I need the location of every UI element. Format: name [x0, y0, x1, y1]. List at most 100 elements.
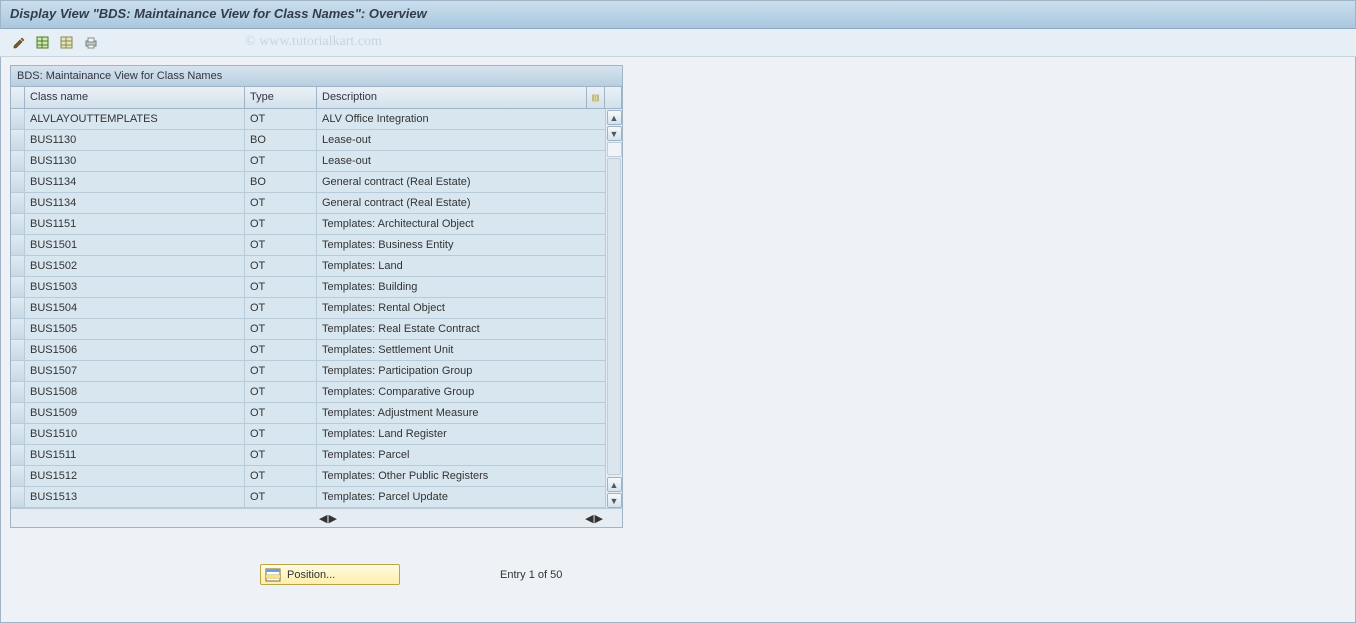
row-selector[interactable] — [11, 109, 25, 129]
scroll-left-arrow-end[interactable]: ◀ — [585, 512, 593, 525]
table-select-icon[interactable] — [34, 34, 52, 52]
table: Class name Type Description ALVLAYOUTTEM — [11, 87, 622, 527]
row-selector[interactable] — [11, 319, 25, 339]
scroll-right-arrow[interactable]: ▶ — [328, 512, 336, 525]
cell-description: Templates: Comparative Group — [317, 382, 605, 402]
row-selector[interactable] — [11, 403, 25, 423]
row-selector[interactable] — [11, 130, 25, 150]
footer-bar: Position... Entry 1 of 50 — [10, 564, 1346, 585]
table-deselect-icon[interactable] — [58, 34, 76, 52]
table-row[interactable]: BUS1511OTTemplates: Parcel — [11, 445, 605, 466]
cell-type: OT — [245, 277, 317, 297]
cell-classname: BUS1502 — [25, 256, 245, 276]
scroll-up-arrow[interactable]: ▲ — [607, 110, 622, 125]
column-header-type[interactable]: Type — [245, 87, 317, 108]
cell-classname: BUS1130 — [25, 130, 245, 150]
row-selector[interactable] — [11, 235, 25, 255]
table-row[interactable]: BUS1504OTTemplates: Rental Object — [11, 298, 605, 319]
column-header-classname[interactable]: Class name — [25, 87, 245, 108]
toolbar: © www.tutorialkart.com — [0, 29, 1356, 57]
cell-type: OT — [245, 298, 317, 318]
table-row[interactable]: BUS1134OTGeneral contract (Real Estate) — [11, 193, 605, 214]
cell-type: OT — [245, 151, 317, 171]
column-header-description[interactable]: Description — [317, 87, 587, 108]
cell-description: Templates: Parcel — [317, 445, 605, 465]
cell-type: OT — [245, 256, 317, 276]
table-row[interactable]: BUS1506OTTemplates: Settlement Unit — [11, 340, 605, 361]
cell-classname: BUS1504 — [25, 298, 245, 318]
cell-classname: BUS1512 — [25, 466, 245, 486]
cell-description: General contract (Real Estate) — [317, 172, 605, 192]
row-selector[interactable] — [11, 256, 25, 276]
horizontal-scrollbar[interactable]: ◀ ▶ ◀ ▶ — [11, 508, 622, 527]
scroll-down-arrow-bottom[interactable]: ▼ — [607, 493, 622, 508]
cell-type: BO — [245, 172, 317, 192]
print-icon[interactable] — [82, 34, 100, 52]
row-selector[interactable] — [11, 445, 25, 465]
configure-columns-button[interactable] — [587, 87, 605, 108]
table-row[interactable]: BUS1505OTTemplates: Real Estate Contract — [11, 319, 605, 340]
cell-classname: BUS1511 — [25, 445, 245, 465]
cell-type: OT — [245, 340, 317, 360]
row-selector[interactable] — [11, 277, 25, 297]
row-selector[interactable] — [11, 424, 25, 444]
vertical-scrollbar[interactable]: ▲ ▼ ▲ ▼ — [605, 109, 622, 508]
table-row[interactable]: BUS1134BOGeneral contract (Real Estate) — [11, 172, 605, 193]
cell-type: OT — [245, 445, 317, 465]
scroll-right-arrow-end[interactable]: ▶ — [595, 512, 603, 525]
cell-description: Templates: Rental Object — [317, 298, 605, 318]
row-selector[interactable] — [11, 151, 25, 171]
row-selector[interactable] — [11, 193, 25, 213]
table-row[interactable]: BUS1513OTTemplates: Parcel Update — [11, 487, 605, 508]
table-row[interactable]: BUS1508OTTemplates: Comparative Group — [11, 382, 605, 403]
scroll-up-arrow-bottom[interactable]: ▲ — [607, 477, 622, 492]
entry-counter: Entry 1 of 50 — [500, 569, 562, 581]
cell-type: OT — [245, 466, 317, 486]
scroll-down-arrow[interactable]: ▼ — [607, 126, 622, 141]
cell-description: Templates: Real Estate Contract — [317, 319, 605, 339]
cell-type: OT — [245, 382, 317, 402]
row-selector[interactable] — [11, 361, 25, 381]
panel-header: BDS: Maintainance View for Class Names — [11, 66, 622, 87]
row-selector[interactable] — [11, 487, 25, 507]
cell-description: General contract (Real Estate) — [317, 193, 605, 213]
cell-description: Lease-out — [317, 151, 605, 171]
table-row[interactable]: BUS1501OTTemplates: Business Entity — [11, 235, 605, 256]
cell-description: ALV Office Integration — [317, 109, 605, 129]
table-row[interactable]: BUS1509OTTemplates: Adjustment Measure — [11, 403, 605, 424]
cell-classname: BUS1509 — [25, 403, 245, 423]
cell-description: Lease-out — [317, 130, 605, 150]
table-row[interactable]: ALVLAYOUTTEMPLATESOTALV Office Integrati… — [11, 109, 605, 130]
toggle-edit-icon[interactable] — [10, 34, 28, 52]
cell-type: OT — [245, 235, 317, 255]
table-row[interactable]: BUS1130BOLease-out — [11, 130, 605, 151]
cell-classname: BUS1134 — [25, 193, 245, 213]
position-button[interactable]: Position... — [260, 564, 400, 585]
table-row[interactable]: BUS1512OTTemplates: Other Public Registe… — [11, 466, 605, 487]
scroll-track[interactable] — [607, 158, 621, 475]
row-selector[interactable] — [11, 340, 25, 360]
table-row[interactable]: BUS1130OTLease-out — [11, 151, 605, 172]
table-row[interactable]: BUS1502OTTemplates: Land — [11, 256, 605, 277]
row-selector[interactable] — [11, 466, 25, 486]
cell-type: BO — [245, 130, 317, 150]
row-selector[interactable] — [11, 382, 25, 402]
table-row[interactable]: BUS1510OTTemplates: Land Register — [11, 424, 605, 445]
cell-classname: BUS1510 — [25, 424, 245, 444]
column-header-selector[interactable] — [11, 87, 25, 108]
cell-type: OT — [245, 214, 317, 234]
row-selector[interactable] — [11, 298, 25, 318]
cell-description: Templates: Settlement Unit — [317, 340, 605, 360]
table-body: ALVLAYOUTTEMPLATESOTALV Office Integrati… — [11, 109, 605, 508]
vscroll-header-spacer — [605, 87, 622, 108]
table-row[interactable]: BUS1151OTTemplates: Architectural Object — [11, 214, 605, 235]
row-selector[interactable] — [11, 172, 25, 192]
scroll-left-arrow[interactable]: ◀ — [319, 512, 327, 525]
table-row[interactable]: BUS1507OTTemplates: Participation Group — [11, 361, 605, 382]
table-panel: BDS: Maintainance View for Class Names C… — [10, 65, 623, 528]
scroll-spacer — [607, 142, 622, 157]
table-row[interactable]: BUS1503OTTemplates: Building — [11, 277, 605, 298]
cell-classname: BUS1506 — [25, 340, 245, 360]
row-selector[interactable] — [11, 214, 25, 234]
cell-classname: BUS1503 — [25, 277, 245, 297]
